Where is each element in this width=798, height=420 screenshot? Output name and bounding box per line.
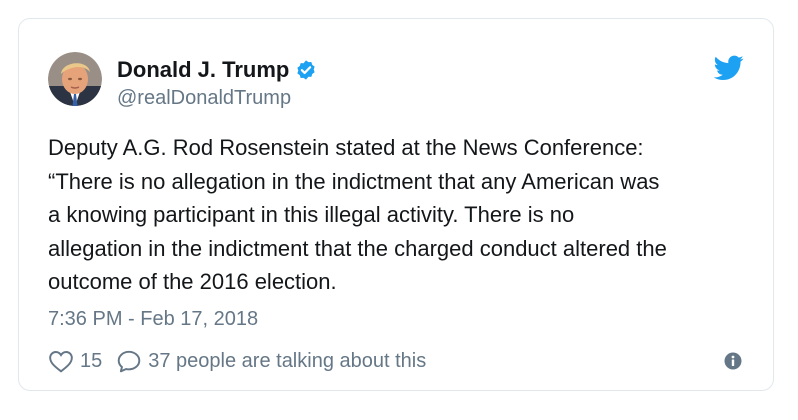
tweet-text-line: “There is no allegation in the indictmen… — [48, 168, 660, 194]
info-icon[interactable] — [724, 352, 742, 370]
tweet-card[interactable]: Donald J. Trump @realDonaldTrump Deputy … — [18, 18, 774, 391]
tweet-text-line: allegation in the indictment that the ch… — [48, 235, 667, 261]
tweet-text: Deputy A.G. Rod Rosenstein stated at the… — [48, 131, 748, 299]
tweet-text-line: Deputy A.G. Rod Rosenstein stated at the… — [48, 135, 644, 160]
like-count[interactable]: 15 — [80, 350, 102, 373]
verified-badge-icon — [295, 59, 317, 81]
twitter-bird-icon[interactable] — [713, 55, 744, 81]
reply-bubble-icon[interactable] — [116, 349, 142, 373]
avatar[interactable] — [48, 52, 102, 106]
talking-about-link[interactable]: 37 people are talking about this — [148, 350, 426, 373]
heart-icon[interactable] — [48, 349, 74, 373]
tweet-text-line: outcome of the 2016 election. — [48, 269, 337, 294]
display-name[interactable]: Donald J. Trump — [117, 57, 289, 83]
avatar-image — [48, 52, 102, 106]
author-name-row[interactable]: Donald J. Trump — [117, 57, 317, 83]
tweet-text-line: a knowing participant in this illegal ac… — [48, 202, 575, 227]
user-handle[interactable]: @realDonaldTrump — [117, 86, 291, 110]
tweet-actions: 15 37 people are talking about this — [48, 347, 426, 375]
tweet-timestamp[interactable]: 7:36 PM - Feb 17, 2018 — [48, 307, 258, 331]
